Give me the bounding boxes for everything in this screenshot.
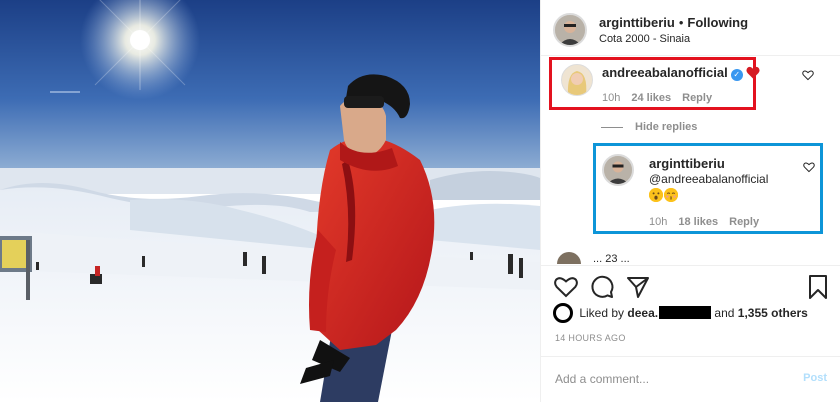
- hide-replies-button[interactable]: Hide replies: [601, 121, 697, 133]
- reply-reply-button[interactable]: Reply: [729, 216, 759, 228]
- header-user-line: arginttiberiu • Following: [599, 15, 748, 30]
- post-comment-button[interactable]: Post: [803, 372, 827, 384]
- save-bookmark-icon[interactable]: [805, 274, 831, 300]
- post-image: [0, 0, 540, 402]
- hide-replies-label: Hide replies: [635, 121, 698, 133]
- post-timestamp[interactable]: 14 HOURS AGO: [555, 333, 626, 343]
- comment-highlight-red: andreeabalanofficial ✓ 10h 24 likes Reply: [549, 57, 760, 110]
- liker-avatar-circle[interactable]: [553, 303, 573, 323]
- red-heart-icon: [746, 66, 760, 84]
- comment-header: andreeabalanofficial ✓: [602, 64, 760, 84]
- likes-joiner: and: [714, 306, 735, 320]
- comment-time: 10h: [602, 92, 621, 104]
- post-location[interactable]: Cota 2000 - Sinaia: [599, 33, 690, 45]
- reply-meta: 10h 18 likes Reply: [649, 216, 770, 228]
- verified-badge-icon: ✓: [730, 69, 743, 81]
- reply-text: @andreeabalanofficial: [649, 171, 768, 203]
- liked-by-label: Liked by: [579, 306, 625, 320]
- commenter-username[interactable]: andreeabalanofficial: [602, 65, 728, 80]
- reply-author-avatar[interactable]: [602, 154, 634, 186]
- comment-composer: Post: [541, 356, 840, 402]
- share-send-icon[interactable]: [625, 274, 651, 300]
- like-heart-icon[interactable]: [553, 274, 579, 300]
- post-header: arginttiberiu • Following Cota 2000 - Sina…: [541, 0, 840, 56]
- comment-bubble-icon[interactable]: [589, 274, 615, 300]
- add-comment-input[interactable]: [555, 369, 775, 389]
- reply-time: 10h: [649, 216, 668, 228]
- action-bar: [541, 265, 840, 303]
- next-comment-partial: ... 23 ...: [557, 250, 837, 264]
- comment-reply-button[interactable]: Reply: [682, 92, 712, 104]
- reply-emojis: [649, 187, 768, 203]
- kissing-face-with-closed-eyes-icon: [664, 188, 678, 202]
- liker-username[interactable]: deea.: [627, 306, 658, 320]
- reply-likes[interactable]: 18 likes: [678, 216, 718, 228]
- next-comment-avatar: [557, 252, 581, 264]
- author-username[interactable]: arginttiberiu: [599, 15, 675, 30]
- post-side-panel: arginttiberiu • Following Cota 2000 - Sina…: [540, 0, 840, 402]
- separator-dot: •: [678, 15, 684, 30]
- face-with-open-mouth-icon: [649, 188, 663, 202]
- comment-like-heart-icon[interactable]: [802, 69, 814, 81]
- commenter-avatar[interactable]: [561, 64, 593, 96]
- others-likes-link[interactable]: 1,355 others: [738, 306, 808, 320]
- reply-username[interactable]: arginttiberiu: [649, 156, 725, 171]
- reply-highlight-blue: arginttiberiu @andreeabalanofficial 10h 1…: [593, 143, 823, 234]
- next-comment-text: ... 23 ...: [593, 253, 630, 264]
- reply-mention[interactable]: @andreeabalanofficial: [649, 171, 768, 187]
- redaction-bar: [659, 306, 712, 319]
- following-button[interactable]: Following: [687, 15, 748, 30]
- comment-likes[interactable]: 24 likes: [631, 92, 671, 104]
- likes-summary: Liked by deea. and 1,355 others: [553, 303, 808, 323]
- post-photo[interactable]: [0, 0, 540, 402]
- reply-like-heart-icon[interactable]: [803, 161, 815, 173]
- hide-replies-line: [601, 126, 623, 128]
- author-avatar[interactable]: [553, 13, 587, 47]
- comment-meta: 10h 24 likes Reply: [602, 92, 723, 104]
